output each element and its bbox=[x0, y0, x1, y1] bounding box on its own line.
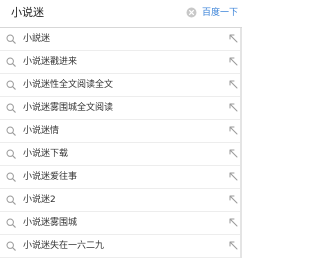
arrow-up-left-icon[interactable] bbox=[229, 149, 238, 158]
suggestion-label: 小说迷下载 bbox=[23, 149, 69, 159]
suggestion-item[interactable]: 小说迷2 bbox=[0, 189, 242, 212]
suggestion-item[interactable]: 小说迷爱往事 bbox=[0, 166, 242, 189]
suggestion-label: 小说迷雾围城 bbox=[23, 218, 78, 228]
list-footer bbox=[0, 258, 242, 269]
search-icon bbox=[6, 57, 16, 67]
search-icon bbox=[6, 218, 16, 228]
suggestion-item[interactable]: 小説迷 bbox=[0, 28, 242, 51]
search-icon bbox=[6, 34, 16, 44]
search-button[interactable]: 百度一下 bbox=[202, 5, 242, 21]
arrow-up-left-icon[interactable] bbox=[229, 172, 238, 181]
suggestion-label: 小说迷失在一六二九 bbox=[23, 241, 105, 251]
arrow-up-left-icon[interactable] bbox=[229, 34, 238, 43]
suggestion-item[interactable]: 小说迷性全文阅读全文 bbox=[0, 74, 242, 97]
arrow-up-left-icon[interactable] bbox=[229, 80, 238, 89]
arrow-up-left-icon[interactable] bbox=[229, 195, 238, 204]
search-icon bbox=[6, 195, 16, 205]
clear-circle-icon[interactable] bbox=[186, 7, 197, 18]
arrow-up-left-icon[interactable] bbox=[229, 218, 238, 227]
search-icon bbox=[6, 241, 16, 251]
suggestion-item[interactable]: 小说迷下载 bbox=[0, 143, 242, 166]
search-icon bbox=[6, 172, 16, 182]
suggestion-item[interactable]: 小说迷雾围城全文阅读 bbox=[0, 97, 242, 120]
search-icon bbox=[6, 103, 16, 113]
search-page: 百度一下 小説迷 小说迷戳进来 bbox=[0, 0, 242, 269]
suggestion-label: 小说迷2 bbox=[23, 195, 56, 205]
suggestion-item[interactable]: 小说迷失在一六二九 bbox=[0, 235, 242, 258]
suggestion-list: 小説迷 小说迷戳进来 小说迷性全文阅读全文 小说迷雾围城全文阅读 小说迷情 小说… bbox=[0, 28, 242, 258]
suggestion-item[interactable]: 小说迷戳进来 bbox=[0, 51, 242, 74]
suggestion-item[interactable]: 小说迷雾围城 bbox=[0, 212, 242, 235]
search-input[interactable] bbox=[11, 3, 171, 22]
suggestion-label: 小说迷爱往事 bbox=[23, 172, 78, 182]
arrow-up-left-icon[interactable] bbox=[229, 241, 238, 250]
suggestion-label: 小说迷戳进来 bbox=[23, 57, 78, 67]
suggestion-label: 小说迷情 bbox=[23, 126, 60, 136]
suggestion-item[interactable]: 小说迷情 bbox=[0, 120, 242, 143]
search-icon bbox=[6, 80, 16, 90]
arrow-up-left-icon[interactable] bbox=[229, 103, 238, 112]
arrow-up-left-icon[interactable] bbox=[229, 126, 238, 135]
suggestion-label: 小説迷 bbox=[23, 34, 51, 44]
search-bar: 百度一下 bbox=[0, 0, 242, 28]
search-icon bbox=[6, 149, 16, 159]
search-icon bbox=[6, 126, 16, 136]
suggestion-label: 小说迷性全文阅读全文 bbox=[23, 80, 114, 90]
arrow-up-left-icon[interactable] bbox=[229, 57, 238, 66]
suggestion-label: 小说迷雾围城全文阅读 bbox=[23, 103, 114, 113]
scrollbar-track[interactable] bbox=[240, 28, 242, 269]
